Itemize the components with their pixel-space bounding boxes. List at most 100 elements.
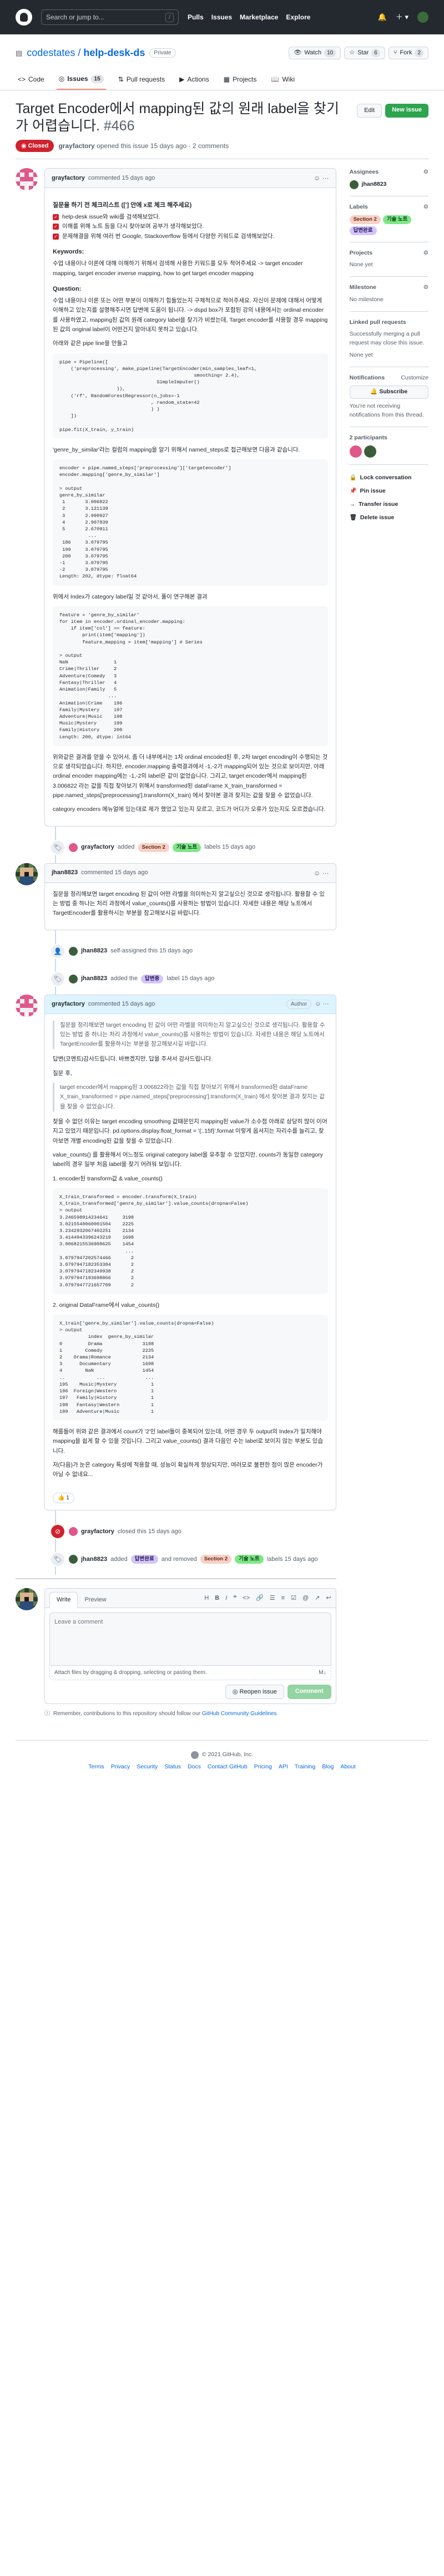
avatar[interactable]	[69, 946, 78, 956]
user-avatar[interactable]	[417, 12, 428, 23]
gear-icon[interactable]: ⚙	[423, 249, 428, 258]
delete-issue-button[interactable]: 🗑 Delete issue	[350, 511, 428, 525]
subscribe-button[interactable]: 🔔 Subscribe	[349, 386, 428, 399]
kebab-icon[interactable]: ☺ ···	[315, 1000, 329, 1009]
avatar[interactable]	[69, 974, 78, 983]
event-actor[interactable]: jhan8823	[81, 1555, 107, 1564]
quote-icon[interactable]: ❝	[233, 1594, 236, 1603]
footer-link-status[interactable]: Status	[164, 1763, 181, 1772]
tab-issues[interactable]: ◎ Issues 15	[56, 70, 106, 90]
watch-button[interactable]: 👁 Watch 10	[289, 47, 341, 59]
label-tech-note[interactable]: 기술 노트	[382, 215, 412, 224]
avatar[interactable]	[16, 994, 38, 1017]
comment-author[interactable]: grayfactory	[52, 174, 85, 183]
tab-projects[interactable]: ▦ Projects	[221, 70, 259, 90]
code-icon[interactable]: <>	[243, 1594, 250, 1603]
label-section-2[interactable]: Section 2	[200, 1555, 232, 1564]
italic-icon[interactable]: I	[225, 1594, 227, 1603]
avatar[interactable]	[69, 843, 78, 852]
link-icon[interactable]: 🔗	[256, 1594, 264, 1603]
avatar[interactable]	[349, 445, 362, 458]
avatar[interactable]	[16, 863, 38, 885]
gear-icon[interactable]: ⚙	[423, 203, 428, 212]
reaction-thumbs-up[interactable]: 👍 1	[53, 1493, 74, 1504]
github-mark-icon[interactable]	[190, 1751, 199, 1759]
nav-marketplace[interactable]: Marketplace	[240, 12, 278, 22]
attach-files-area[interactable]: Attach files by dragging & dropping, sel…	[49, 1665, 331, 1680]
github-logo-icon[interactable]	[16, 9, 32, 26]
footer-link-contact[interactable]: Contact GitHub	[208, 1763, 248, 1772]
saved-reply-icon[interactable]: ↩	[326, 1594, 331, 1603]
transfer-issue-button[interactable]: → Transfer issue	[350, 498, 428, 511]
comment-textarea[interactable]: Leave a comment	[49, 1612, 331, 1666]
markdown-icon[interactable]: M↓	[319, 1669, 326, 1677]
footer-link-pricing[interactable]: Pricing	[254, 1763, 272, 1772]
tab-actions[interactable]: ▶ Actions	[177, 70, 211, 90]
avatar[interactable]	[16, 1588, 38, 1611]
bullet-list-icon[interactable]: ☰	[270, 1594, 275, 1603]
reopen-issue-button[interactable]: ◎ Reopen issue	[225, 1684, 284, 1700]
nav-pulls[interactable]: Pulls	[188, 12, 204, 22]
numbered-list-icon[interactable]: ≡	[281, 1594, 285, 1603]
reference-icon[interactable]: ↗	[315, 1594, 320, 1603]
avatar[interactable]	[69, 1555, 78, 1564]
footer-link-terms[interactable]: Terms	[88, 1763, 104, 1772]
fork-button[interactable]: ⑂ Fork 2	[388, 47, 428, 59]
comment-button[interactable]: Comment	[287, 1684, 331, 1700]
tab-preview[interactable]: Preview	[78, 1593, 113, 1608]
task-list-icon[interactable]: ☑	[291, 1594, 296, 1603]
lock-conversation-button[interactable]: 🔒 Lock conversation	[350, 471, 428, 485]
footer-link-privacy[interactable]: Privacy	[111, 1763, 130, 1772]
gear-icon[interactable]: ⚙	[423, 168, 428, 177]
avatar[interactable]	[69, 1527, 78, 1537]
footer-link-about[interactable]: About	[340, 1763, 355, 1772]
event-actor[interactable]: jhan8823	[81, 946, 107, 956]
edit-button[interactable]: Edit	[357, 104, 382, 118]
avatar[interactable]	[364, 445, 376, 458]
kebab-icon[interactable]: ☺ ···	[314, 173, 329, 183]
nav-issues[interactable]: Issues	[211, 12, 232, 22]
comment-author[interactable]: jhan8823	[52, 868, 78, 878]
avatar[interactable]	[16, 168, 38, 190]
search-input[interactable]: Search or jump to... /	[41, 9, 179, 25]
pin-icon: 📌	[349, 488, 357, 494]
tab-write[interactable]: Write	[49, 1592, 78, 1608]
tab-pull-requests[interactable]: ⇅ Pull requests	[116, 70, 167, 90]
repo-name-link[interactable]: help-desk-ds	[83, 47, 145, 58]
event-actor[interactable]: grayfactory	[81, 843, 114, 852]
assignee-name[interactable]: jhan8823	[362, 180, 387, 189]
pin-issue-button[interactable]: 📌 Pin issue	[350, 485, 428, 498]
comment-author[interactable]: grayfactory	[52, 1000, 85, 1009]
footer-link-blog[interactable]: Blog	[322, 1763, 334, 1772]
event-actor[interactable]: jhan8823	[81, 974, 107, 983]
plus-icon[interactable]: ＋ ▾	[396, 12, 408, 23]
guidelines-link[interactable]: GitHub Community Guidelines.	[202, 1711, 278, 1717]
label-tech-note[interactable]: 기술 노트	[172, 843, 201, 852]
new-issue-button[interactable]: New issue	[385, 104, 428, 118]
bold-icon[interactable]: B	[215, 1594, 219, 1603]
label-answering[interactable]: 답변중	[141, 974, 164, 983]
footer-link-api[interactable]: API	[279, 1763, 288, 1772]
tab-code[interactable]: <> Code	[16, 70, 47, 90]
gear-icon[interactable]: ⚙	[423, 283, 428, 292]
label-section-2[interactable]: Section 2	[349, 215, 381, 224]
footer-link-training[interactable]: Training	[295, 1763, 316, 1772]
mention-icon[interactable]: @	[302, 1594, 309, 1603]
star-button[interactable]: ☆ Star 6	[344, 47, 385, 59]
repo-owner-link[interactable]: codestates	[27, 47, 75, 58]
footer-link-security[interactable]: Security	[137, 1763, 158, 1772]
footer-link-docs[interactable]: Docs	[188, 1763, 201, 1772]
label-tech-note[interactable]: 기술 노트	[235, 1555, 264, 1564]
avatar[interactable]	[349, 180, 359, 189]
customize-link[interactable]: Customize	[401, 374, 428, 383]
label-section-2[interactable]: Section 2	[138, 843, 169, 852]
event-actor[interactable]: grayfactory	[81, 1527, 114, 1537]
bell-icon[interactable]: 🔔	[378, 12, 387, 23]
tab-wiki[interactable]: 📖 Wiki	[269, 70, 297, 90]
issue-author[interactable]: grayfactory	[58, 142, 94, 150]
heading-icon[interactable]: H	[204, 1594, 209, 1603]
label-done[interactable]: 답변완료	[349, 226, 377, 235]
kebab-icon[interactable]: ☺ ···	[314, 868, 329, 878]
nav-explore[interactable]: Explore	[286, 12, 310, 22]
label-done[interactable]: 답변완료	[130, 1555, 158, 1564]
